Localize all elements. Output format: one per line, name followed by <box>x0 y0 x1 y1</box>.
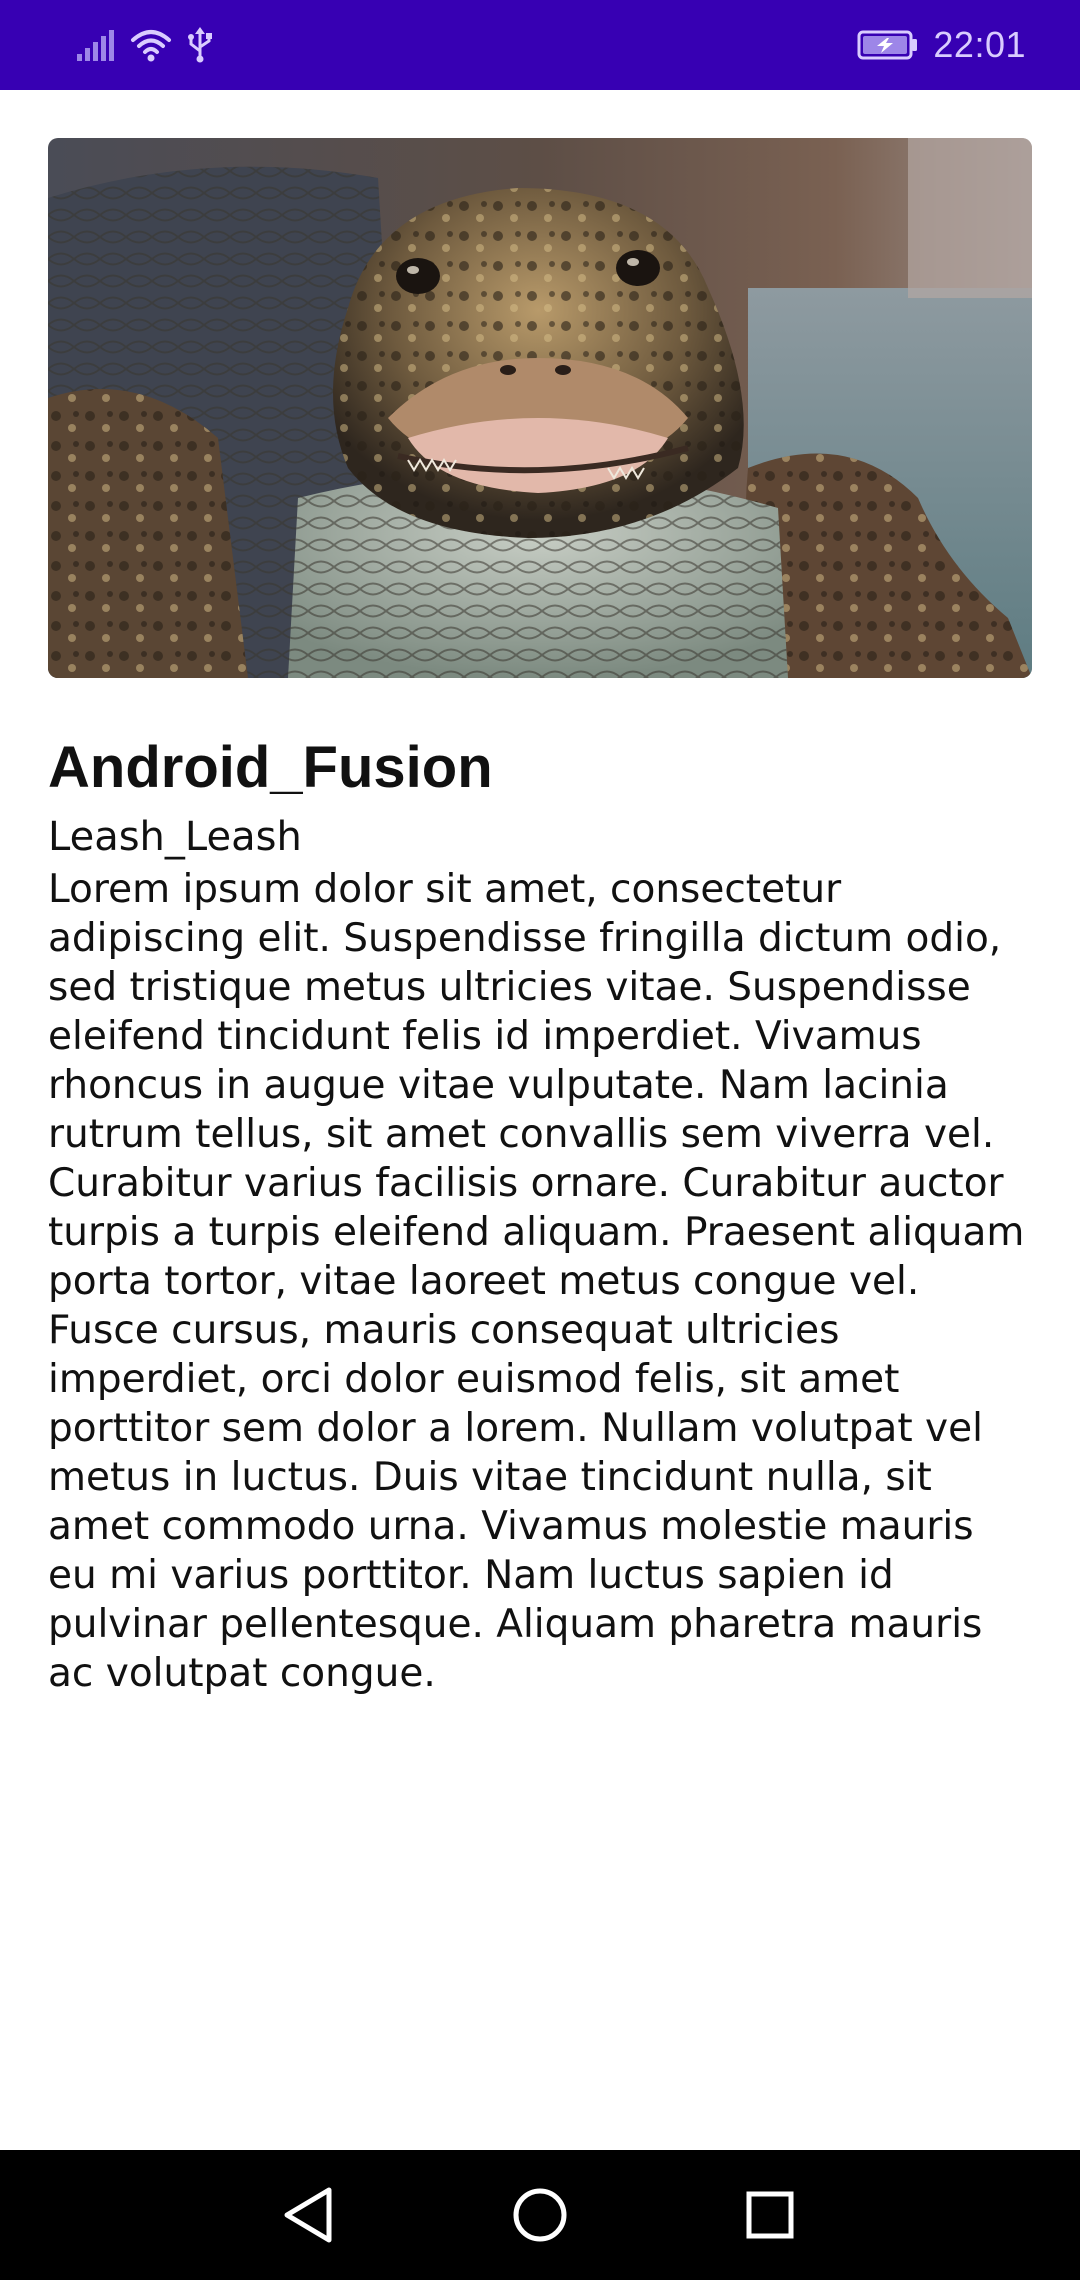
home-button[interactable] <box>507 2182 573 2248</box>
article-body: Lorem ipsum dolor sit amet, consectetur … <box>48 867 1025 1696</box>
home-icon <box>513 2188 567 2242</box>
status-time: 22:01 <box>933 24 1026 65</box>
wifi-icon <box>130 28 172 62</box>
status-icons-left <box>76 22 214 68</box>
back-icon <box>284 2187 332 2243</box>
signal-icon <box>76 28 116 62</box>
status-icons-right: 22:01 <box>857 22 1026 68</box>
navigation-bar <box>0 2150 1080 2280</box>
article-title: Android_Fusion <box>48 735 493 800</box>
recents-button[interactable] <box>737 2182 803 2248</box>
article-image <box>48 138 1032 678</box>
back-button[interactable] <box>277 2182 343 2248</box>
status-bar: 22:01 <box>0 0 1080 90</box>
usb-icon <box>186 27 214 63</box>
battery-charging-icon <box>857 30 919 60</box>
article-subtitle: Leash_Leash <box>48 814 302 860</box>
recents-icon <box>746 2191 794 2239</box>
